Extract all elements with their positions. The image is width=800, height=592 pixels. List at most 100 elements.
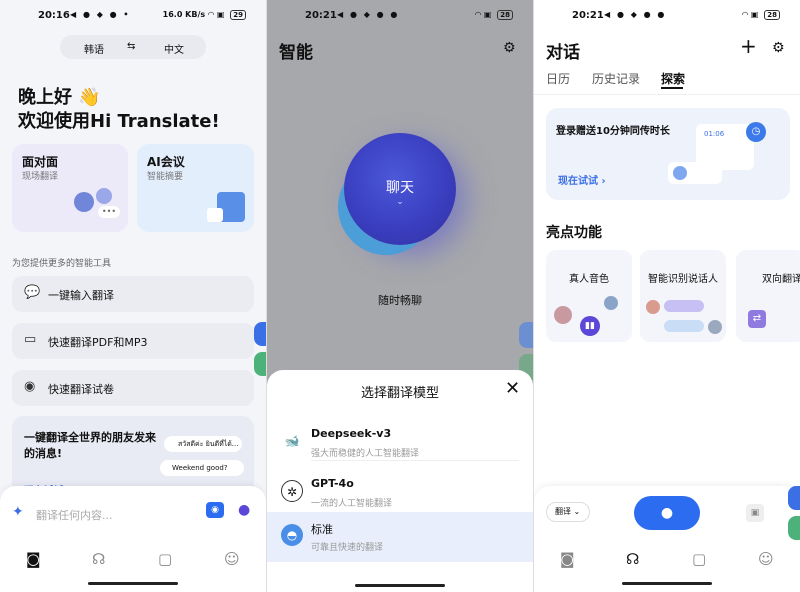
highlight-label: 真人音色: [569, 274, 609, 285]
banner-link[interactable]: 现在试试 ›: [558, 172, 606, 187]
highlights-title: 亮点功能: [546, 225, 602, 241]
status-app-icons: ◀ ● ◆ ● ●: [604, 10, 667, 19]
model-desc: 可靠且快速的翻译: [311, 543, 384, 553]
avatar: [646, 300, 660, 314]
close-icon[interactable]: ✕: [505, 378, 520, 399]
tool-label: 快速翻译PDF和MP3: [48, 336, 148, 349]
ai-meeting-card[interactable]: AI会议 智能摘要: [137, 144, 254, 232]
chevron-down-icon: ⌄: [396, 197, 404, 207]
highlight-real-voice[interactable]: 真人音色 ▮▮: [546, 250, 632, 342]
smile-icon[interactable]: ☺: [758, 550, 774, 568]
swap-icon: ⇄: [748, 310, 766, 328]
status-bar: 20:21 ◀ ● ◆ ● ● ◠ ▣ 28: [267, 8, 533, 24]
battery: 28: [764, 10, 780, 20]
deepseek-icon: 🐋: [284, 434, 300, 448]
tool-one-tap-input[interactable]: 💬 一键输入翻译: [12, 276, 254, 312]
greeting-line1: 晚上好 👋: [18, 87, 101, 108]
status-bar: 20:16 ◀ ● ◆ ● • 16.0 KB/s ◠ ▣ 29: [0, 8, 266, 24]
bars-icon: [207, 208, 223, 222]
sparkle-icon: ✦: [12, 504, 24, 520]
tool-pdf-mp3[interactable]: ▭ 快速翻译PDF和MP3: [12, 323, 254, 359]
highlight-bidirectional[interactable]: 双向翻译 ⇄: [736, 250, 800, 342]
tool-exam[interactable]: ◉ 快速翻译试卷: [12, 370, 254, 406]
floating-tab-blue[interactable]: [788, 486, 800, 510]
floating-tab-green[interactable]: [254, 352, 266, 376]
plus-icon[interactable]: +: [740, 34, 757, 58]
mode-value: 翻译: [555, 507, 571, 516]
image-icon[interactable]: ▣: [746, 504, 764, 522]
swap-icon[interactable]: ⇆: [127, 41, 135, 52]
mic-button[interactable]: ●: [634, 496, 700, 530]
smile-icon[interactable]: ☺: [224, 550, 240, 568]
ai-icon[interactable]: ▢: [158, 550, 172, 568]
status-time: 20:21: [572, 10, 604, 21]
home-icon[interactable]: ◙: [26, 550, 41, 568]
model-desc: 一流的人工智能翻译: [311, 499, 393, 509]
camera-button[interactable]: ◉: [206, 502, 224, 518]
card-title: 面对面: [22, 155, 59, 169]
avatar: [604, 296, 618, 310]
floating-tab-green[interactable]: [788, 516, 800, 540]
bottom-panel: 翻译 ⌄ ● ▣ ◙ ☊ ▢ ☺: [534, 486, 800, 592]
face-to-face-card[interactable]: 面对面 现场翻译 •••: [12, 144, 128, 232]
language-switcher[interactable]: 韩语 ⇆ 中文: [60, 35, 206, 59]
promo-banner[interactable]: 登录赠送10分钟同传时长 现在试试 › 01:06 ◷: [546, 108, 790, 200]
floating-tab-blue[interactable]: [519, 322, 533, 348]
tool-label: 一键输入翻译: [48, 289, 114, 302]
folder-icon: ▭: [24, 332, 37, 347]
highlight-speaker-id[interactable]: 智能识别说话人: [640, 250, 726, 342]
screen-home: 20:16 ◀ ● ◆ ● • 16.0 KB/s ◠ ▣ 29 韩语 ⇆ 中文…: [0, 0, 266, 592]
tab-indicator: [661, 87, 683, 89]
battery: 28: [497, 10, 513, 20]
sheet-title: 选择翻译模型: [360, 386, 439, 401]
home-icon[interactable]: ◙: [560, 550, 575, 568]
voice-icon[interactable]: ☊: [626, 550, 639, 568]
status-bar: 20:21 ◀ ● ◆ ● ● ◠ ▣ 28: [534, 8, 800, 24]
speech-bubble-icon: •••: [98, 206, 120, 218]
translate-input[interactable]: 翻译任何内容...: [36, 507, 113, 523]
battery: 29: [230, 10, 246, 20]
highlight-label: 双向翻译: [762, 274, 800, 285]
tab-calendar[interactable]: 日历: [546, 70, 570, 87]
banner-text: 登录赠送10分钟同传时长: [556, 126, 670, 137]
tab-history[interactable]: 历史记录: [592, 70, 640, 87]
page-title: 对话: [546, 43, 580, 63]
status-time: 20:16: [38, 10, 70, 21]
mode-select[interactable]: 翻译 ⌄: [546, 502, 590, 522]
model-desc: 强大而稳健的人工智能翻译: [311, 449, 420, 459]
model-option-gpt4o[interactable]: ✲ GPT-4o 一流的人工智能翻译: [267, 468, 533, 518]
section-hint: 为您提供更多的智能工具: [12, 259, 112, 269]
target-language[interactable]: 中文: [164, 41, 184, 56]
floating-tab-blue[interactable]: [254, 322, 266, 346]
status-time: 20:21: [305, 10, 337, 21]
timer-text: 01:06: [704, 130, 725, 138]
screen-smart: 20:21 ◀ ● ◆ ● ● ◠ ▣ 28 智能 ⚙ 聊天 ⌄ 随时畅聊 选择…: [267, 0, 533, 592]
mic-button[interactable]: ●: [238, 502, 250, 518]
home-indicator: [88, 582, 178, 585]
card-subtitle: 现场翻译: [22, 172, 59, 182]
avatar: [708, 320, 722, 334]
card-title: AI会议: [147, 155, 185, 169]
tab-explore[interactable]: 探索: [661, 70, 685, 87]
ai-icon[interactable]: ▢: [692, 550, 706, 568]
status-app-icons: ◀ ● ◆ ● •: [70, 10, 131, 19]
model-name: 标准: [311, 523, 333, 536]
chat-bubble: สวัสดีค่ะ ยินดีที่ได้...: [164, 436, 242, 452]
highlight-label: 智能识别说话人: [648, 274, 718, 285]
tool-label: 快速翻译试卷: [48, 383, 114, 396]
input-panel: ✦ 翻译任何内容... ◉ ● ◙ ☊ ▢ ☺: [0, 486, 266, 592]
orb-label: 聊天: [386, 180, 414, 196]
settings-icon[interactable]: ⚙: [503, 40, 516, 56]
settings-icon[interactable]: ⚙: [772, 40, 785, 56]
chat-bubble-2: Weekend good?: [160, 460, 244, 476]
model-option-standard[interactable]: ◓ 标准 可靠且快速的翻译: [267, 512, 533, 562]
chat-orb[interactable]: 聊天 ⌄: [344, 133, 456, 245]
avatar: [554, 306, 572, 324]
model-name: Deepseek-v3: [311, 427, 392, 440]
person-icon: [74, 192, 94, 212]
openai-icon: ✲: [281, 480, 303, 502]
voice-icon[interactable]: ☊: [92, 550, 105, 568]
source-language[interactable]: 韩语: [84, 41, 104, 56]
promo-card[interactable]: 一键翻译全世界的朋友发来的消息! สวัสดีค่ะ ยินดีที่ได้..…: [12, 416, 254, 497]
greeting: 晚上好 👋 欢迎使用Hi Translate!: [18, 86, 220, 134]
